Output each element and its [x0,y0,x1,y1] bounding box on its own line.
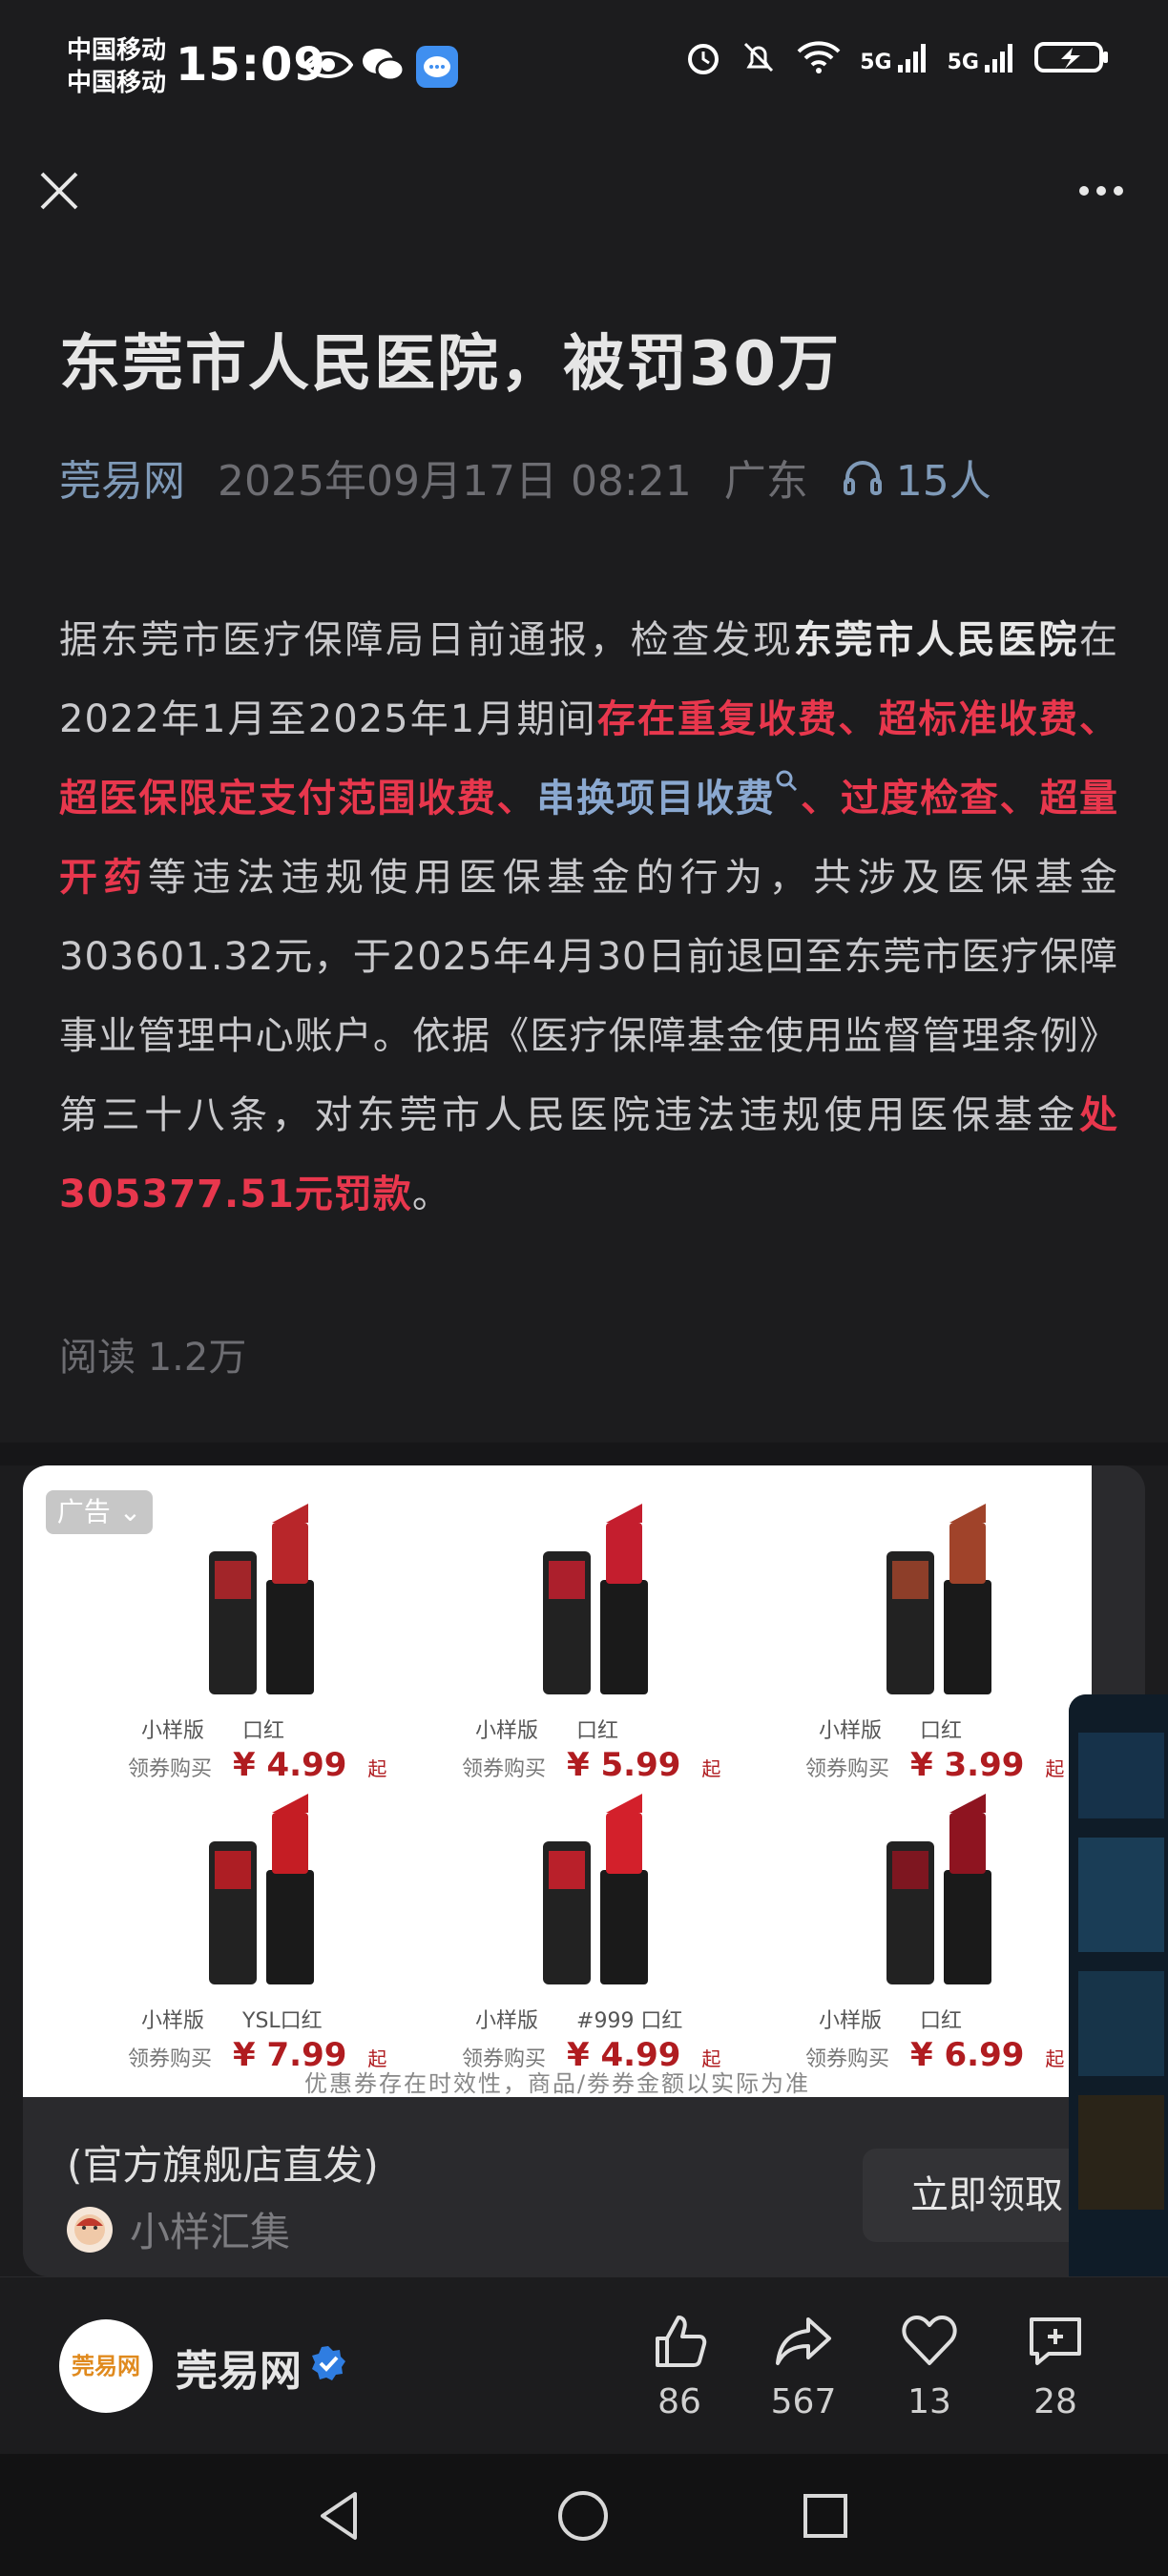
section-divider [0,1443,1168,1465]
lipstick-icon [209,1504,314,1694]
back-triangle-icon[interactable] [307,2483,374,2549]
product-label: 小样版 口红 [819,1714,1000,1744]
thumbs-up-icon [656,2316,707,2367]
product-tag: 小样版 [141,2009,205,2033]
product-name: 口红 [920,1719,963,1743]
product-item[interactable]: 小样版 口红 领券购买 ¥ 6.99 起 [767,1775,1111,2074]
article-meta: 莞易网 2025年09月17日 08:21 广东 15人 [59,447,991,508]
wechat-icon [363,49,405,82]
favorite-count: 13 [907,2382,951,2421]
carrier-1: 中国移动 [67,36,167,65]
advertiser-name: 小样汇集 [130,2209,291,2255]
ad-subtitle: (官方旗舰店直发) [67,2142,379,2189]
recents-square-icon[interactable] [792,2483,859,2549]
wifi-icon [797,41,841,73]
heart-icon [902,2316,957,2365]
battery-charging-icon [1034,42,1108,73]
product-tag: 小样版 [819,1719,883,1743]
alarm-icon [688,44,720,74]
eye-icon [303,52,353,78]
headphones-icon [843,461,882,495]
author-avatar[interactable]: 莞易网 [59,2319,153,2413]
lipstick-icon [886,1504,991,1694]
lipstick-icon [543,1794,648,1984]
lipstick-icon [209,1794,314,1984]
author-logo-text: 莞易网 [72,2353,140,2379]
search-icon[interactable] [775,769,800,794]
status-bar: 中国移动 中国移动 15:09 5G 5G [0,0,1168,134]
product-label: 小样版 口红 [819,2004,1000,2034]
product-name: YSL口红 [242,2009,323,2033]
share-action[interactable]: 567 [751,2310,856,2421]
product-label: 小样版 口红 [475,1714,657,1744]
body-bold: 东莞市人民医院 [793,618,1080,662]
verified-badge-icon [312,2346,345,2380]
home-circle-icon[interactable] [550,2483,616,2549]
comment-add-icon [1030,2317,1081,2365]
article-datetime: 2025年09月17日 08:21 [218,457,692,506]
comment-action[interactable]: 28 [1003,2310,1108,2421]
system-nav-bar [0,2454,1168,2576]
signal-bars-icon [897,44,926,73]
product-label: 小样版 YSL口红 [141,2004,361,2034]
signal-bars-icon [985,44,1012,73]
product-label: 小样版 #999 口红 [475,2004,720,2034]
listen-count[interactable]: 15人 [841,447,991,508]
favorite-action[interactable]: 13 [877,2310,982,2421]
product-name: 口红 [576,1719,619,1743]
body-text: 据东莞市医疗保障局日前通报，检查发现 [59,618,794,662]
status-right-icons: 5G 5G [684,38,1111,76]
search-link[interactable]: 串换项目收费 [536,777,775,821]
video-thumbnail-icon [1069,1694,1168,2294]
product-tag: 小样版 [141,1719,205,1743]
comment-count: 28 [1033,2382,1077,2421]
article-title: 东莞市人民医院，被罚30万 [59,329,842,400]
signal-label-2: 5G [947,51,979,74]
advertiser[interactable]: 小样汇集 [67,2200,290,2258]
body-text: 。 [411,1173,451,1216]
mute-bell-icon [744,42,774,73]
advertiser-avatar [67,2206,113,2253]
avatar-character-icon [74,2213,105,2245]
ad-image[interactable]: 广告 ⌄ 小样版 口红 领券购买 ¥ 4.99 起小样版 口红 领券购买 ¥ 5.99 起小样版… [23,1465,1092,2097]
product-name: 口红 [242,1719,285,1743]
author-logo: 莞易网 [72,2355,140,2378]
product-item[interactable]: 小样版 YSL口红 领券购买 ¥ 7.99 起 [90,1775,433,2074]
signal-5g-2: 5G [948,40,1017,74]
close-icon[interactable] [29,160,90,221]
article-source[interactable]: 莞易网 [59,447,185,508]
ad-disclaimer: 优惠券存在时效性，商品/劵券金额以实际为准 [303,2070,811,2097]
product-label: 小样版 口红 [141,1714,323,1744]
lipstick-icon [886,1794,991,1984]
share-count: 567 [770,2382,837,2421]
author-name[interactable]: 莞易网 [176,2337,302,2398]
product-name: 口红 [920,2009,963,2033]
signal-5g-1: 5G [860,40,929,74]
product-item[interactable]: 小样版 口红 领券购买 ¥ 5.99 起 [424,1485,767,1784]
message-app-icon [416,46,458,88]
product-item[interactable]: 小样版 口红 领券购买 ¥ 3.99 起 [767,1485,1111,1784]
signal-label-1: 5G [860,51,892,74]
read-count: 阅读 1.2万 [59,1336,247,1380]
product-item[interactable]: 小样版 口红 领券购买 ¥ 4.99 起 [90,1485,433,1784]
carrier-2: 中国移动 [67,69,167,97]
share-icon [776,2317,831,2365]
body-text: 等违法违规使用医保基金的行为，共涉及医保基金303601.32元，于2025年4… [59,856,1119,1137]
listener-count: 15人 [895,457,991,506]
article-region: 广东 [723,457,808,506]
like-action[interactable]: 86 [627,2310,732,2421]
product-tag: 小样版 [819,2009,883,2033]
lipstick-icon [543,1504,648,1694]
ad-card[interactable]: 广告 ⌄ 小样版 口红 领券购买 ¥ 4.99 起小样版 口红 领券购买 ¥ 5.99 起小样版… [23,1465,1145,2276]
product-tag: 小样版 [475,2009,539,2033]
bottom-action-bar: 莞易网 莞易网 86 567 13 28 [0,2276,1168,2454]
product-item[interactable]: 小样版 #999 口红 领券购买 ¥ 4.99 起 [424,1775,767,2074]
like-count: 86 [657,2382,701,2421]
product-name: #999 口红 [576,2009,683,2033]
product-tag: 小样版 [475,1719,539,1743]
carrier-labels: 中国移动 中国移动 [67,34,166,99]
more-options-icon[interactable] [1063,160,1139,221]
article-body: 据东莞市医疗保障局日前通报，检查发现东莞市人民医院在2022年1月至2025年1… [59,601,1118,1235]
floating-video[interactable] [1069,1694,1168,2294]
